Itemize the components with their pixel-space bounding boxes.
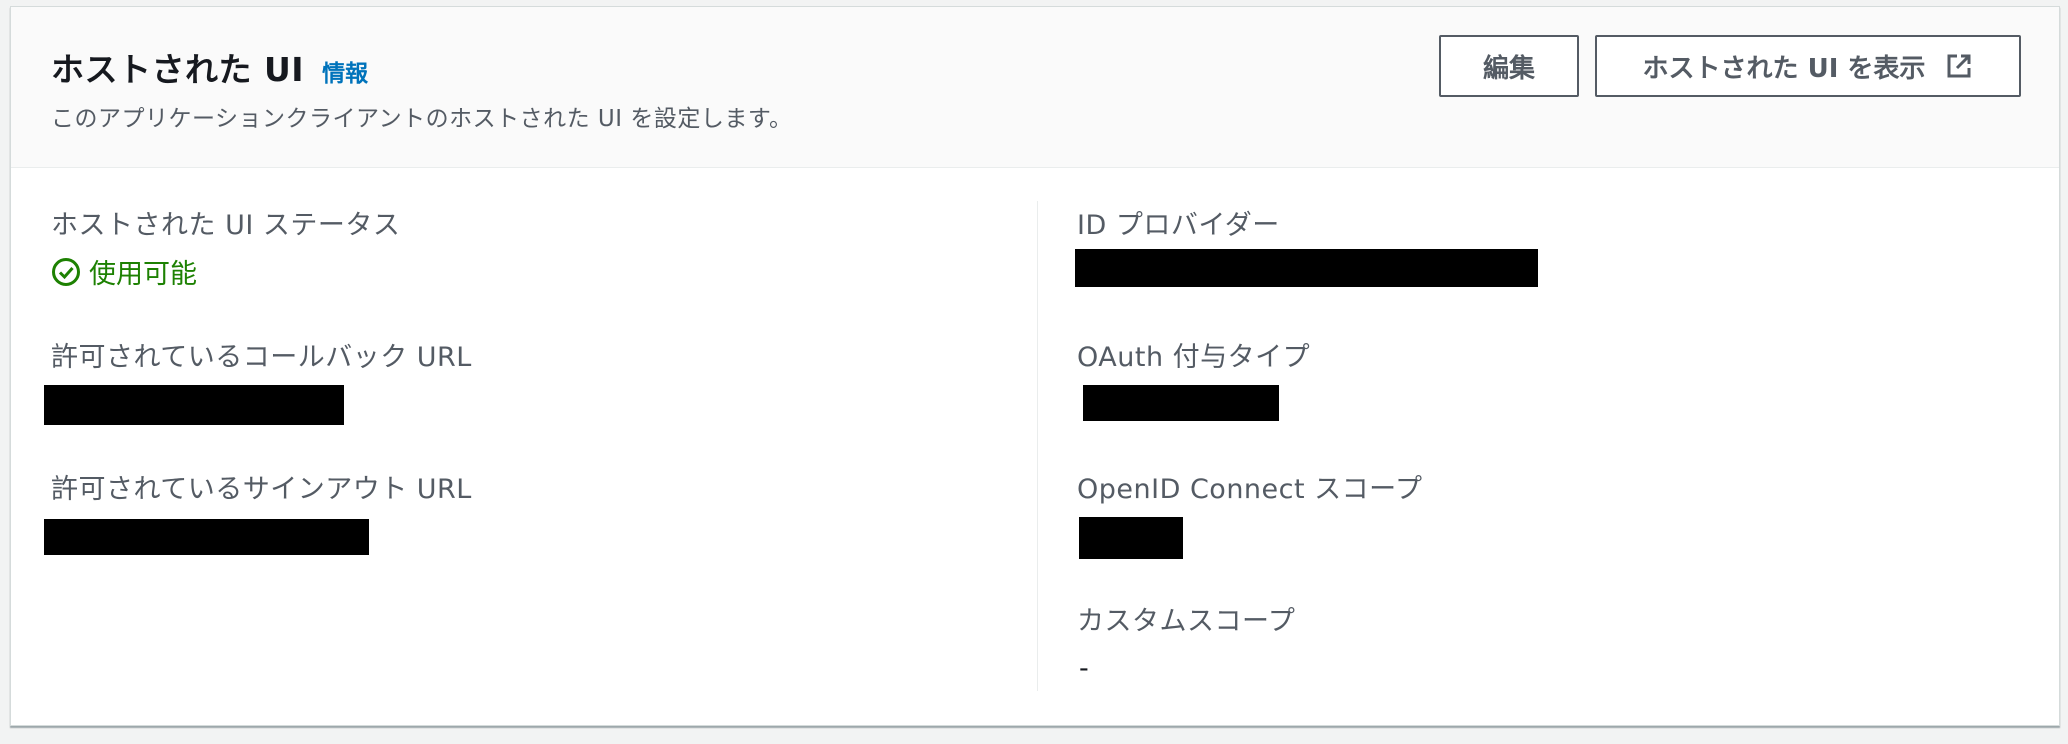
- signout-url-redacted: [44, 519, 369, 555]
- idp-label: ID プロバイダー: [1077, 210, 1280, 241]
- oauth-grant-value-redacted: [1083, 385, 1279, 421]
- status-value: 使用可能: [89, 259, 197, 290]
- hosted-ui-panel: ホストされた UI 情報 このアプリケーションクライアントのホストされた UI …: [10, 6, 2060, 726]
- check-circle-icon: [51, 257, 81, 287]
- info-link[interactable]: 情報: [322, 54, 368, 88]
- idp-value-redacted: [1075, 249, 1538, 287]
- custom-scope-value: -: [1079, 653, 1089, 684]
- external-link-icon: [1945, 52, 1973, 80]
- panel-description: このアプリケーションクライアントのホストされた UI を設定します。: [51, 106, 793, 132]
- custom-scope-label: カスタムスコープ: [1077, 606, 1296, 637]
- edit-button-label: 編集: [1482, 53, 1535, 84]
- column-divider: [1037, 201, 1038, 691]
- signout-url-label: 許可されているサインアウト URL: [51, 474, 472, 505]
- title-row: ホストされた UI 情報: [51, 43, 368, 91]
- view-hosted-ui-button-label: ホストされた UI を表示: [1642, 53, 1926, 84]
- status-label: ホストされた UI ステータス: [51, 210, 401, 241]
- callback-url-label: 許可されているコールバック URL: [51, 342, 472, 373]
- oidc-scope-value-redacted: [1079, 517, 1183, 559]
- view-hosted-ui-button[interactable]: ホストされた UI を表示: [1595, 35, 2021, 97]
- edit-button[interactable]: 編集: [1439, 35, 1579, 97]
- callback-url-redacted: [44, 385, 344, 425]
- panel-title: ホストされた UI: [51, 50, 305, 89]
- panel-header: ホストされた UI 情報 このアプリケーションクライアントのホストされた UI …: [11, 7, 2059, 168]
- oidc-scope-label: OpenID Connect スコープ: [1077, 474, 1423, 505]
- oauth-grant-label: OAuth 付与タイプ: [1077, 342, 1311, 373]
- status-badge: 使用可能: [51, 252, 197, 291]
